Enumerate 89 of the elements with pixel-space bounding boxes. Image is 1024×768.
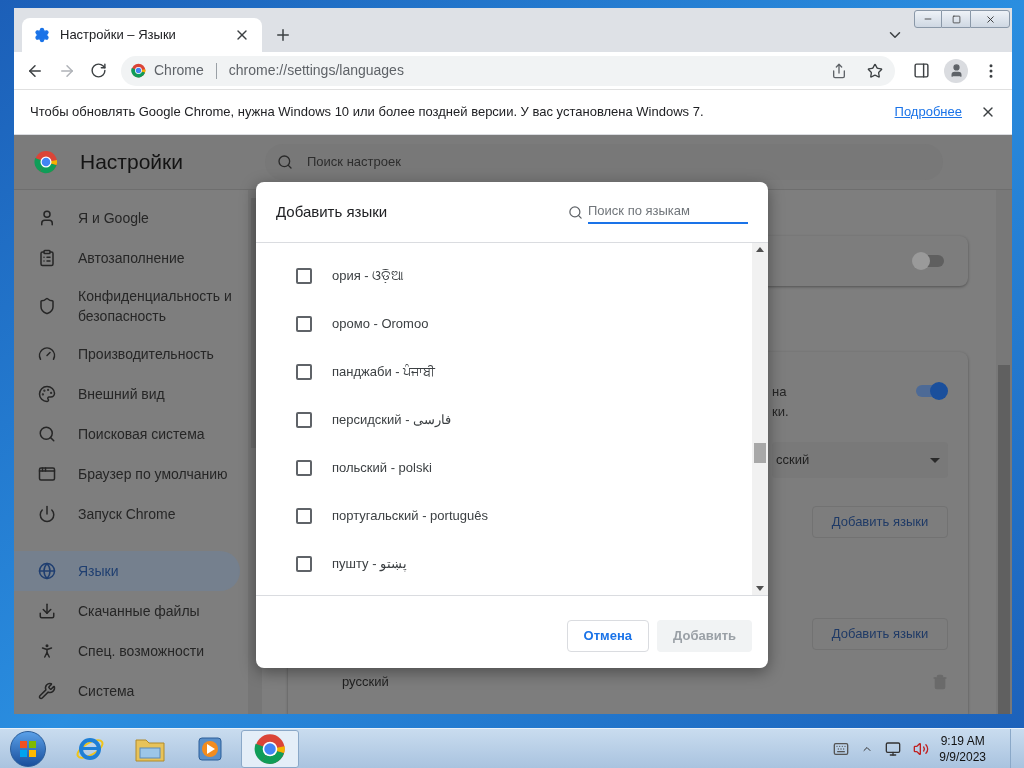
sidebar-item[interactable]: Автозаполнение (14, 238, 240, 278)
sidebar-item[interactable]: Запуск Chrome (14, 494, 240, 534)
language-option-label: пушту - پښتو (332, 555, 408, 574)
sidebar-item[interactable]: Конфиденциальность и безопасность (14, 278, 240, 334)
page-scrollbar[interactable] (996, 190, 1012, 714)
close-icon (984, 13, 996, 25)
add-languages-button[interactable]: Добавить языки (812, 506, 948, 538)
add-languages-button[interactable]: Добавить языки (812, 618, 948, 650)
dialog-title: Добавить языки (276, 201, 389, 222)
cancel-button[interactable]: Отмена (566, 620, 650, 652)
palette-icon (38, 385, 56, 403)
scroll-up-arrow-icon[interactable] (756, 247, 764, 252)
language-option-label: панджаби - ਪੰਜਾਬੀ (332, 363, 436, 382)
media-player-icon (196, 734, 224, 763)
gauge-icon (38, 345, 56, 363)
sidebar-item[interactable]: Языки (14, 551, 240, 591)
reload-icon[interactable] (90, 62, 107, 79)
side-panel-icon[interactable] (913, 62, 930, 79)
language-name: русский (342, 673, 390, 691)
toggle-switch[interactable] (914, 382, 948, 400)
checkbox[interactable] (296, 364, 312, 380)
checkbox[interactable] (296, 316, 312, 332)
language-option-label: португальский - português (332, 507, 488, 526)
network-icon[interactable] (885, 740, 902, 757)
checkbox[interactable] (296, 412, 312, 428)
start-button[interactable] (10, 730, 46, 767)
checkbox[interactable] (296, 556, 312, 572)
close-button[interactable] (970, 10, 1010, 28)
clock-date: 9/9/2023 (939, 748, 986, 765)
window-icon (38, 465, 56, 483)
sidebar-item[interactable]: Поисковая система (14, 414, 240, 454)
download-icon (38, 602, 56, 620)
language-option-label: польский - polski (332, 459, 432, 478)
address-bar[interactable]: Chrome chrome://settings/languages (121, 55, 895, 86)
taskbar-app[interactable] (241, 729, 299, 768)
sidebar-item[interactable]: Спец. возможности (14, 631, 240, 671)
keyboard-icon[interactable] (833, 740, 850, 757)
language-option-label: ория - ଓଡ଼ିଆ (332, 267, 405, 286)
language-select[interactable]: сский (772, 442, 948, 478)
list-scrollbar[interactable] (752, 243, 768, 595)
scroll-down-arrow-icon[interactable] (756, 586, 764, 591)
more-info-link[interactable]: Подробнее (894, 102, 962, 122)
setting-description-text: на (772, 383, 788, 401)
checkbox[interactable] (296, 508, 312, 524)
restore-icon (951, 14, 961, 24)
checkbox[interactable] (296, 268, 312, 284)
minimize-button[interactable] (914, 10, 942, 28)
sidebar-item[interactable]: Я и Google (14, 198, 240, 238)
settings-search-field[interactable]: Поиск настроек (265, 144, 943, 180)
profile-avatar[interactable] (944, 58, 968, 83)
language-search-field[interactable]: Поиск по языкам (588, 200, 748, 224)
search-placeholder: Поиск настроек (307, 153, 401, 172)
language-option-label: персидский - فارسی (332, 411, 452, 430)
update-warning-text: Чтобы обновлять Google Chrome, нужна Windows 10 или более поздней версии. У вас установлена Windows 7. (30, 103, 705, 122)
chrome-logo-icon (254, 732, 286, 765)
windows-logo-icon (19, 739, 37, 758)
restore-button[interactable] (942, 10, 970, 28)
sidebar-item[interactable]: Система (14, 671, 240, 711)
wrench-icon (38, 682, 56, 700)
power-icon (38, 505, 56, 523)
clock-time: 9:19 AM (940, 732, 985, 749)
search-icon (277, 154, 293, 170)
browser-tab[interactable]: Настройки – Языки (22, 18, 262, 52)
settings-title: Настройки (80, 149, 184, 176)
toggle-switch[interactable] (912, 252, 946, 270)
sidebar-item[interactable]: Скачанные файлы (14, 591, 240, 631)
checkbox[interactable] (296, 460, 312, 476)
sidebar-item[interactable]: Браузер по умолчанию (14, 454, 240, 494)
sidebar-item[interactable]: Производительность (14, 334, 240, 374)
new-tab-icon[interactable] (274, 26, 292, 44)
globe-icon (38, 562, 56, 580)
url-text: chrome://settings/languages (228, 61, 405, 80)
setting-description-text: ки. (772, 403, 790, 421)
share-icon[interactable] (831, 62, 847, 79)
site-icon (131, 63, 146, 78)
site-label: Chrome (154, 61, 204, 80)
gear-icon (34, 27, 50, 43)
dropdown-arrow-icon (930, 457, 940, 463)
bookmark-star-icon[interactable] (867, 62, 883, 79)
shield-icon (38, 297, 56, 315)
scrollbar-thumb[interactable] (754, 443, 766, 463)
search-icon (38, 425, 56, 443)
search-icon (568, 204, 583, 220)
person-icon (38, 209, 56, 227)
clipboard-icon (38, 249, 56, 267)
language-option-label: оромо - Oromoo (332, 315, 429, 334)
chrome-logo-icon (34, 150, 58, 174)
sidebar-item[interactable]: Внешний вид (14, 374, 240, 414)
tab-title: Настройки – Языки (60, 26, 177, 45)
